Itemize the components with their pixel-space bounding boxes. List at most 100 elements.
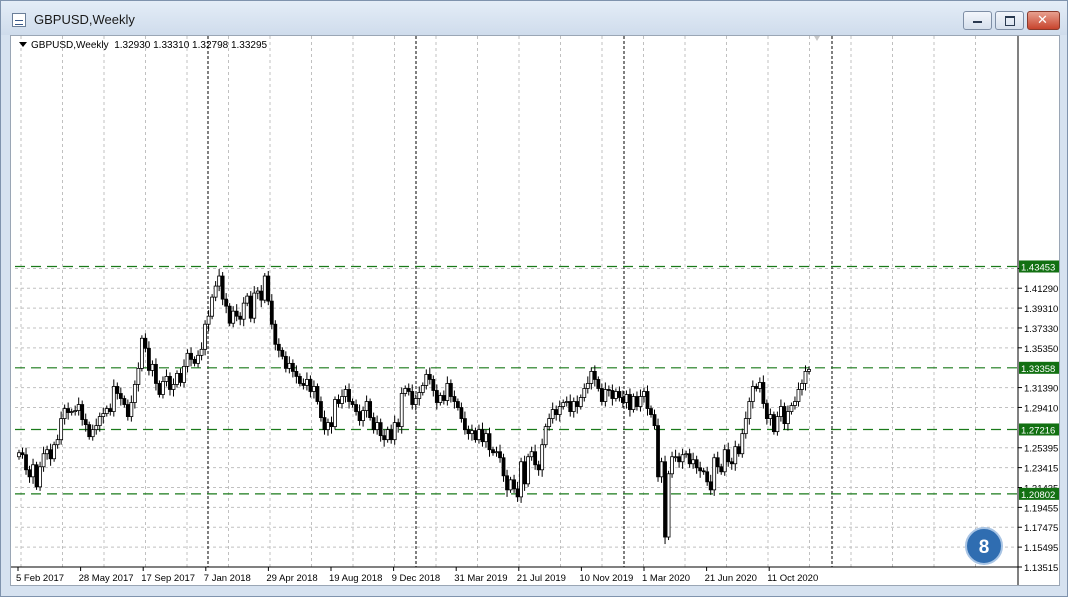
candle-body [143,337,148,349]
candle-body [652,414,657,427]
close-button[interactable]: ✕ [1027,11,1060,30]
candle-body [494,451,499,454]
candle-body [603,389,608,402]
title-bar[interactable]: GBPUSD,Weekly ✕ [1,1,1067,35]
candle-body [52,444,57,460]
candle-body [659,461,664,478]
y-tick-label: 1.25395 [1024,444,1058,455]
candle-body [301,383,306,386]
candle-body [533,451,538,466]
y-tick-label: 1.17475 [1024,523,1058,534]
candle-body [747,401,752,419]
restore-button[interactable] [995,11,1024,30]
candlestick-chart[interactable]: 1.432501.412901.393101.373301.353501.313… [11,36,1059,585]
candle-body [452,396,457,402]
candle-body [764,403,769,419]
candle-body [371,417,376,431]
x-tick-label: 1 Mar 2020 [642,573,690,584]
candle-body [589,371,594,384]
candle-body [473,430,478,441]
candle-body [613,391,618,399]
candle-body [206,315,211,325]
candle-body [336,399,341,404]
candle-body [139,337,144,369]
candle-body [24,454,28,471]
candle-body [319,401,323,418]
candle-body [168,376,172,390]
candle-body [726,449,731,463]
candle-body [326,422,330,431]
candle-body [750,386,755,402]
price-chart[interactable]: 1.432501.412901.393101.373301.353501.313… [10,35,1060,586]
candle-body [157,383,162,395]
candle-body [459,407,464,419]
candle-body [280,349,285,357]
level-price-label: 1.43453 [1021,262,1055,273]
candle-body [203,323,207,350]
notification-badge[interactable]: 8 [965,527,1003,565]
candle-body [501,457,506,477]
candle-body [536,464,541,471]
candle-body [663,461,667,538]
candle-body [255,290,260,294]
candle-body [150,363,155,371]
candle-body [189,352,193,360]
candle-body [220,275,225,300]
close-icon: ✕ [1037,13,1048,28]
candle-body [259,290,264,301]
candle-body [48,449,53,460]
candle-body [789,405,794,412]
y-tick-label: 1.29410 [1024,403,1058,414]
candle-body [715,457,720,468]
shift-marker-icon [814,36,820,41]
candle-body [529,451,534,458]
candle-body [484,433,488,443]
x-tick-label: 21 Jul 2019 [517,573,566,584]
candle-body [238,315,243,320]
candle-body [417,392,422,399]
minimize-button[interactable] [963,11,992,30]
candle-body [719,466,724,473]
candle-body [136,367,141,385]
candle-body [350,401,355,405]
candle-body [38,466,42,488]
candle-body [431,379,436,391]
candle-body [87,424,92,438]
candle-body [343,389,348,397]
candle-body [347,389,351,402]
x-tick-label: 5 Feb 2017 [16,573,64,584]
window-title: GBPUSD,Weekly [34,12,135,27]
candle-body [305,379,309,386]
dropdown-triangle-icon[interactable] [19,42,27,47]
candle-body [754,386,759,389]
candle-body [438,395,443,403]
candle-body [698,467,703,472]
candle-body [73,410,78,412]
candle-body [631,396,636,410]
candle-body [290,362,295,372]
candle-body [526,456,531,485]
candle-body [287,362,292,369]
candle-body [276,343,281,351]
candle-body [227,305,232,324]
candle-body [796,389,801,402]
candle-body [761,382,766,404]
x-tick-label: 19 Aug 2018 [329,573,382,584]
y-tick-label: 1.41290 [1024,284,1058,295]
candle-body [512,479,516,490]
candle-body [396,422,401,428]
candle-body [701,470,706,473]
candle-body [649,408,653,415]
y-tick-label: 1.31390 [1024,384,1058,395]
candle-body [740,433,745,455]
candle-body [231,310,236,324]
candle-body [434,390,439,403]
candle-body [83,419,88,426]
candle-body [733,446,738,465]
candle-body [687,453,692,465]
candle-body [196,354,200,364]
candle-body [108,408,113,412]
candle-body [786,411,790,425]
candle-body [378,422,383,437]
candle-body [41,453,46,468]
